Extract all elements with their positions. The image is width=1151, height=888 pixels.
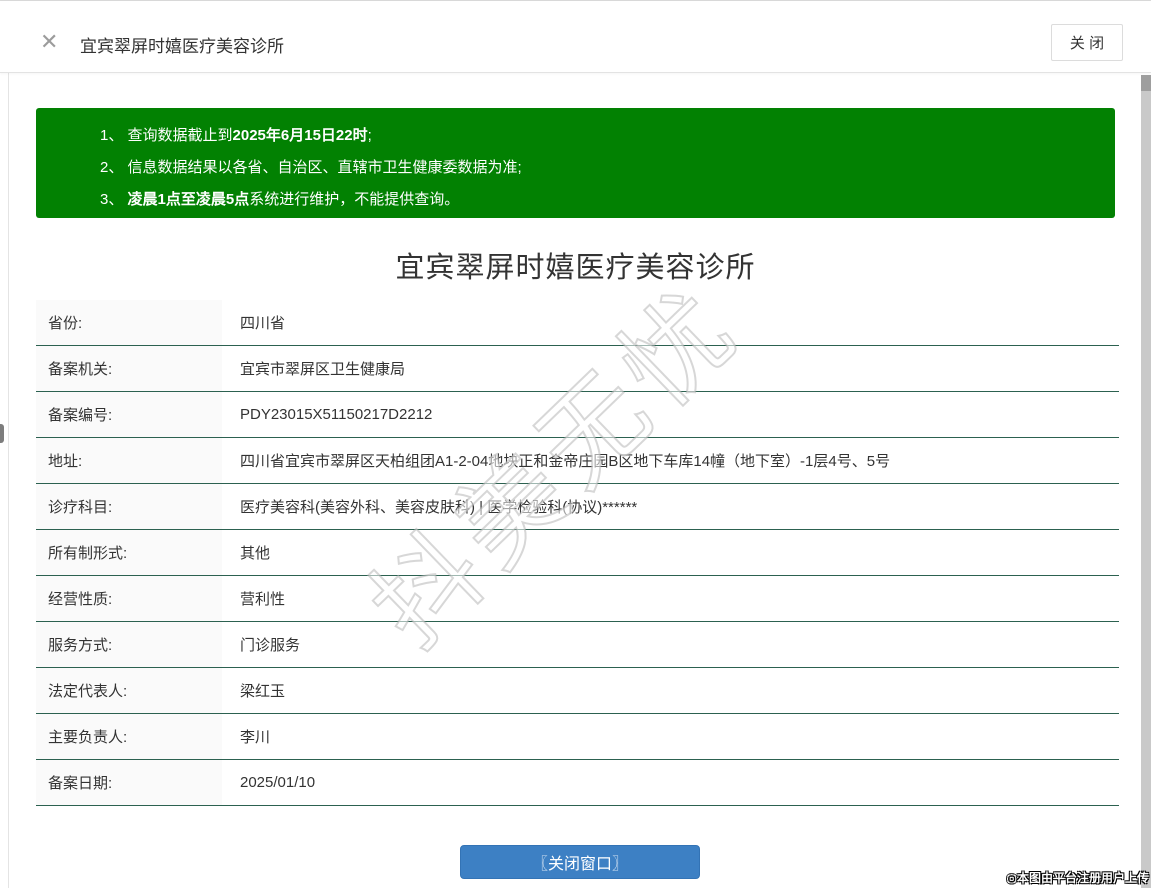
dialog-title: 宜宾翠屏时嬉医疗美容诊所 xyxy=(80,32,284,57)
row-value: 门诊服务 xyxy=(222,622,1119,667)
row-label: 服务方式: xyxy=(36,622,222,667)
row-value: 李川 xyxy=(222,714,1119,759)
upload-credit-text: ◎本图由平台注册用户上传 xyxy=(1007,869,1149,886)
window-left-border xyxy=(8,2,9,888)
row-value: 其他 xyxy=(222,530,1119,575)
table-row: 备案日期: 2025/01/10 xyxy=(36,760,1119,806)
table-row: 地址: 四川省宜宾市翠屏区天柏组团A1-2-04地块正和金帝庄园B区地下车库14… xyxy=(36,438,1119,484)
page-title: 宜宾翠屏时嬉医疗美容诊所 xyxy=(0,244,1151,286)
scrollbar-thumb[interactable] xyxy=(1141,75,1151,91)
notice-text: 1、 查询数据截止到 xyxy=(100,127,233,144)
close-icon[interactable]: ✕ xyxy=(40,31,58,53)
table-row: 省份: 四川省 xyxy=(36,300,1119,346)
row-label: 省份: xyxy=(36,300,222,345)
row-label: 备案机关: xyxy=(36,346,222,391)
close-window-button[interactable]: 〖关闭窗口〗 xyxy=(460,845,700,879)
row-label: 备案编号: xyxy=(36,392,222,437)
table-row: 所有制形式: 其他 xyxy=(36,530,1119,576)
row-value: 四川省宜宾市翠屏区天柏组团A1-2-04地块正和金帝庄园B区地下车库14幢（地下… xyxy=(222,438,1119,483)
left-edge-handle xyxy=(0,424,4,443)
table-row: 备案机关: 宜宾市翠屏区卫生健康局 xyxy=(36,346,1119,392)
row-value: 营利性 xyxy=(222,576,1119,621)
row-value: 医疗美容科(美容外科、美容皮肤科) | 医学检验科(协议)****** xyxy=(222,484,1119,529)
notice-text: 2、 信息数据结果以各省、自治区、直辖市卫生健康委数据为准; xyxy=(100,159,522,176)
close-button[interactable]: 关 闭 xyxy=(1051,24,1123,61)
row-value: 四川省 xyxy=(222,300,1119,345)
notice-line-1: 1、 查询数据截止到2025年6月15日22时; xyxy=(100,120,1095,152)
row-label: 备案日期: xyxy=(36,760,222,805)
row-label: 地址: xyxy=(36,438,222,483)
row-label: 法定代表人: xyxy=(36,668,222,713)
row-value: 梁红玉 xyxy=(222,668,1119,713)
notice-line-2: 2、 信息数据结果以各省、自治区、直辖市卫生健康委数据为准; xyxy=(100,152,1095,184)
notice-text: 3、 xyxy=(100,191,128,208)
row-value: 2025/01/10 xyxy=(222,760,1119,805)
info-table: 省份: 四川省 备案机关: 宜宾市翠屏区卫生健康局 备案编号: PDY23015… xyxy=(36,300,1119,806)
row-label: 经营性质: xyxy=(36,576,222,621)
notice-banner: 1、 查询数据截止到2025年6月15日22时; 2、 信息数据结果以各省、自治… xyxy=(36,108,1115,218)
dialog-header: ✕ 宜宾翠屏时嬉医疗美容诊所 关 闭 xyxy=(0,1,1151,73)
row-label: 诊疗科目: xyxy=(36,484,222,529)
row-value: PDY23015X51150217D2212 xyxy=(222,392,1119,437)
table-row: 诊疗科目: 医疗美容科(美容外科、美容皮肤科) | 医学检验科(协议)*****… xyxy=(36,484,1119,530)
notice-text: ; xyxy=(368,127,372,144)
table-row: 服务方式: 门诊服务 xyxy=(36,622,1119,668)
notice-bold-text: 2025年6月15日22时 xyxy=(233,127,368,144)
notice-bold-text: 凌晨1点至凌晨5点 xyxy=(128,191,250,208)
table-row: 法定代表人: 梁红玉 xyxy=(36,668,1119,714)
scrollbar-track[interactable] xyxy=(1141,75,1151,888)
table-row: 备案编号: PDY23015X51150217D2212 xyxy=(36,392,1119,438)
row-label: 主要负责人: xyxy=(36,714,222,759)
table-row: 主要负责人: 李川 xyxy=(36,714,1119,760)
row-value: 宜宾市翠屏区卫生健康局 xyxy=(222,346,1119,391)
table-row: 经营性质: 营利性 xyxy=(36,576,1119,622)
notice-text: 系统进行维护，不能提供查询。 xyxy=(249,191,459,208)
notice-line-3: 3、 凌晨1点至凌晨5点系统进行维护，不能提供查询。 xyxy=(100,184,1095,216)
row-label: 所有制形式: xyxy=(36,530,222,575)
